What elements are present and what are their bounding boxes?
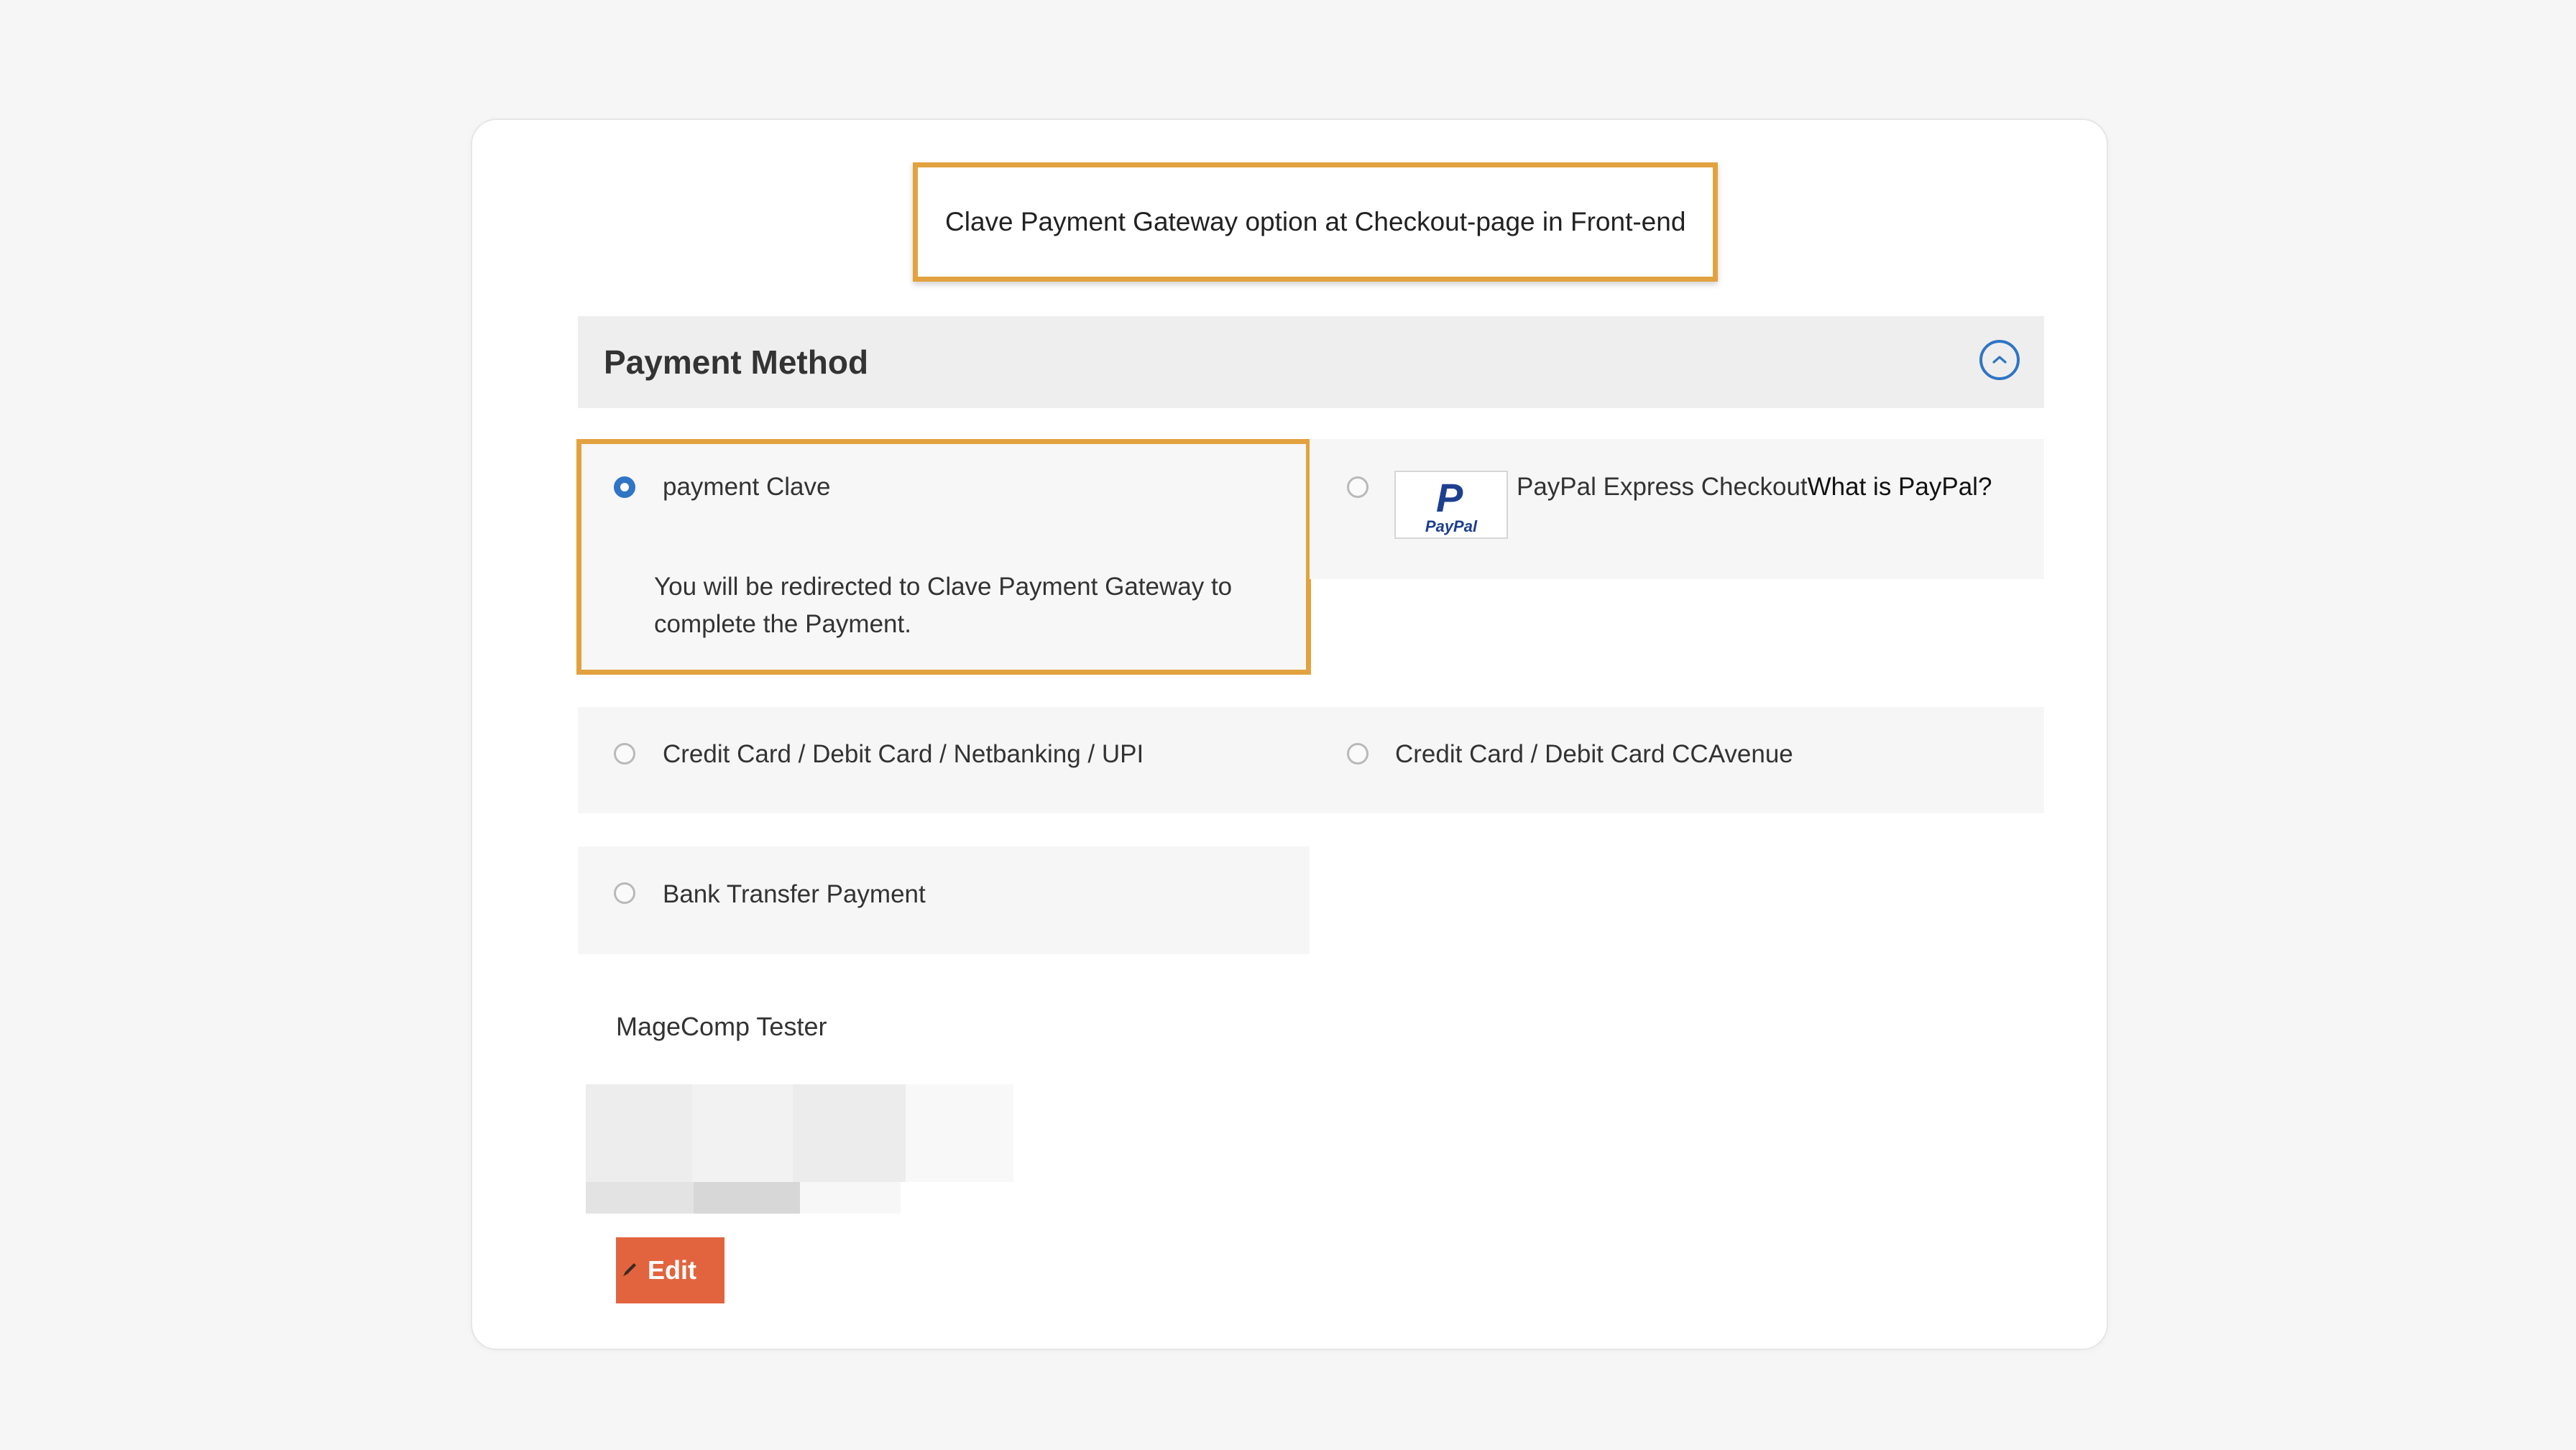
radio-bank-transfer[interactable] bbox=[614, 882, 635, 904]
payment-method-title: Payment Method bbox=[604, 343, 869, 381]
paypal-logo-text: PayPal bbox=[1425, 517, 1478, 535]
option-label-card-upi[interactable]: Credit Card / Debit Card / Netbanking / … bbox=[663, 740, 1144, 769]
option-label-clave: payment Clave bbox=[663, 473, 831, 501]
option-label-paypal: PayPal Express CheckoutWhat is PayPal? bbox=[1517, 473, 1992, 502]
billing-name: MageComp Tester bbox=[616, 1012, 827, 1041]
radio-clave[interactable] bbox=[614, 476, 635, 498]
option-description-clave: You will be redirected to Clave Payment … bbox=[654, 573, 1233, 638]
radio-card-upi[interactable] bbox=[614, 743, 635, 765]
edit-button[interactable]: Edit bbox=[616, 1237, 724, 1303]
annotation-callout: Clave Payment Gateway option at Checkout… bbox=[913, 162, 1718, 282]
pencil-icon bbox=[623, 1263, 636, 1276]
payment-method-header[interactable]: Payment Method bbox=[578, 316, 2044, 408]
option-label-ccavenue[interactable]: Credit Card / Debit Card CCAvenue bbox=[1395, 740, 1793, 769]
paypal-logo: P PayPal bbox=[1394, 471, 1508, 539]
paypal-p-mark: P bbox=[1436, 475, 1463, 520]
radio-ccavenue[interactable] bbox=[1347, 743, 1368, 765]
chevron-up-circle-icon[interactable] bbox=[1979, 340, 2020, 380]
edit-button-label: Edit bbox=[648, 1255, 696, 1285]
option-label-bank-transfer: Bank Transfer Payment bbox=[663, 880, 926, 908]
callout-text: Clave Payment Gateway option at Checkout… bbox=[945, 207, 1686, 236]
radio-paypal[interactable] bbox=[1347, 476, 1368, 498]
paypal-label-text: PayPal Express Checkout bbox=[1517, 473, 1808, 501]
what-is-paypal-link[interactable]: What is PayPal? bbox=[1808, 473, 1992, 501]
